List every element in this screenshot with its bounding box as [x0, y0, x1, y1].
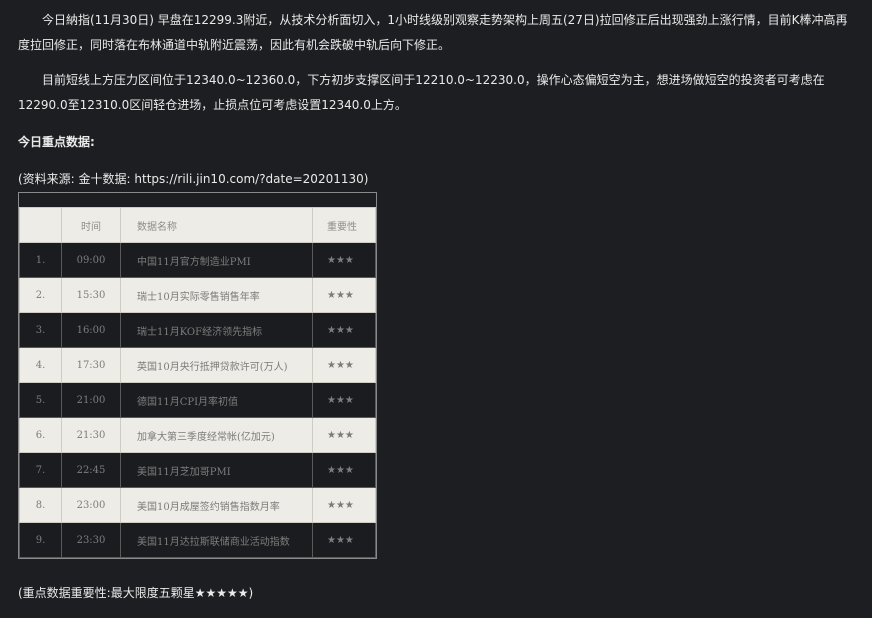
row-index: 5.: [19, 382, 62, 418]
header-name: 数据名称: [120, 207, 313, 243]
table-row: 8. 23:00 美国10月成屋签约销售指数月率 ★★★: [19, 487, 376, 523]
table-row: 3. 16:00 瑞士11月KOF经济领先指标 ★★★: [19, 312, 376, 348]
table-row: 7. 22:45 美国11月芝加哥PMI ★★★: [19, 452, 376, 488]
row-data-name: 英国10月央行抵押贷款许可(万人): [120, 347, 313, 383]
row-time: 09:00: [61, 242, 121, 278]
row-time: 17:30: [61, 347, 121, 383]
row-index: 1.: [19, 242, 62, 278]
article-body: 今日納指(11月30日) 早盘在12299.3附近，从技术分析面切入，1小时线级…: [0, 0, 872, 618]
row-importance: ★★★: [312, 347, 376, 383]
row-data-name: 瑞士10月实际零售销售年率: [120, 277, 313, 313]
row-index: 2.: [19, 277, 62, 313]
row-data-name: 加拿大第三季度经常帐(亿加元): [120, 417, 313, 453]
header-importance: 重要性: [312, 207, 376, 243]
row-time: 15:30: [61, 277, 121, 313]
row-importance: ★★★: [312, 382, 376, 418]
row-data-name: 瑞士11月KOF经济领先指标: [120, 312, 313, 348]
table-row: 2. 15:30 瑞士10月实际零售销售年率 ★★★: [19, 277, 376, 313]
row-time: 23:00: [61, 487, 121, 523]
row-importance: ★★★: [312, 487, 376, 523]
row-index: 6.: [19, 417, 62, 453]
header-time: 时间: [61, 207, 121, 243]
row-time: 21:00: [61, 382, 121, 418]
row-data-name: 美国10月成屋签约销售指数月率: [120, 487, 313, 523]
row-index: 3.: [19, 312, 62, 348]
row-data-name: 美国11月达拉斯联储商业活动指数: [120, 522, 313, 558]
row-index: 7.: [19, 452, 62, 488]
row-importance: ★★★: [312, 242, 376, 278]
analysis-paragraph-2: 目前短线上方压力区间位于12340.0~12360.0，下方初步支撑区间于122…: [18, 73, 825, 112]
header-index: [19, 207, 62, 243]
row-time: 22:45: [61, 452, 121, 488]
key-data-table: 时间 数据名称 重要性 1. 09:00 中国11月官方制造业PMI ★★★ 2. 15:…: [19, 207, 376, 558]
table-row: 6. 21:30 加拿大第三季度经常帐(亿加元) ★★★: [19, 417, 376, 453]
importance-footnote: (重点数据重要性:最大限度五颗星★★★★★): [18, 586, 254, 600]
row-time: 23:30: [61, 522, 121, 558]
data-table-wrapper: 时间 数据名称 重要性 1. 09:00 中国11月官方制造业PMI ★★★ 2. 15:…: [18, 192, 377, 559]
table-row: 5. 21:00 德国11月CPI月率初值 ★★★: [19, 382, 376, 418]
row-importance: ★★★: [312, 277, 376, 313]
table-row: 4. 17:30 英国10月央行抵押贷款许可(万人) ★★★: [19, 347, 376, 383]
row-time: 16:00: [61, 312, 121, 348]
row-index: 9.: [19, 522, 62, 558]
row-index: 8.: [19, 487, 62, 523]
table-row: 9. 23:30 美国11月达拉斯联储商业活动指数 ★★★: [19, 522, 376, 558]
section-heading: 今日重点数据:: [18, 135, 95, 149]
row-importance: ★★★: [312, 452, 376, 488]
analysis-paragraph-1: 今日納指(11月30日) 早盘在12299.3附近，从技术分析面切入，1小时线级…: [18, 13, 848, 52]
table-header-row: 时间 数据名称 重要性: [19, 207, 376, 243]
row-data-name: 美国11月芝加哥PMI: [120, 452, 313, 488]
source-line: (资料来源: 金十数据: https://rili.jin10.com/?dat…: [18, 172, 369, 186]
row-data-name: 德国11月CPI月率初值: [120, 382, 313, 418]
table-row: 1. 09:00 中国11月官方制造业PMI ★★★: [19, 242, 376, 278]
row-data-name: 中国11月官方制造业PMI: [120, 242, 313, 278]
row-importance: ★★★: [312, 522, 376, 558]
row-index: 4.: [19, 347, 62, 383]
row-time: 21:30: [61, 417, 121, 453]
row-importance: ★★★: [312, 417, 376, 453]
row-importance: ★★★: [312, 312, 376, 348]
